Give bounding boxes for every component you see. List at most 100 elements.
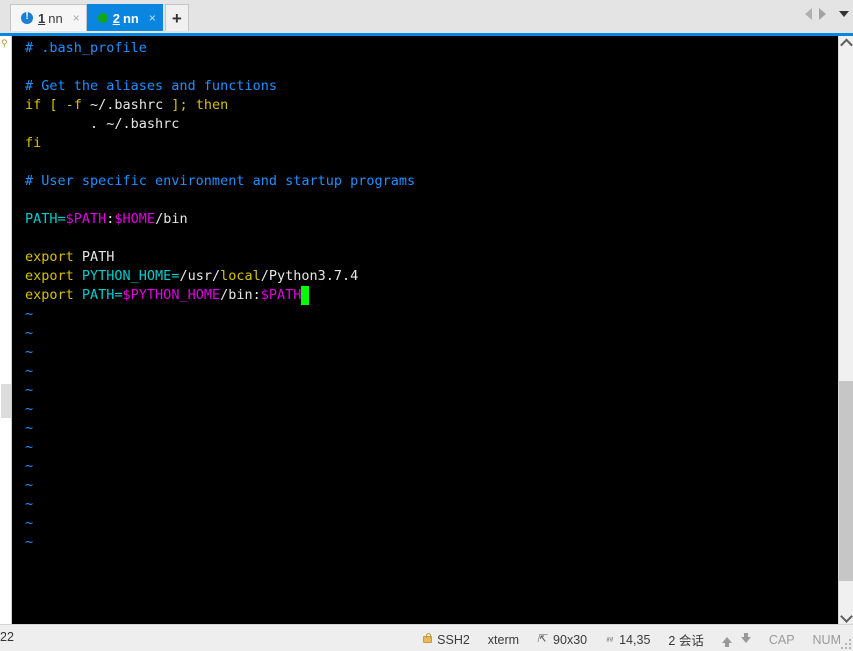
terminal-scrollbar[interactable] bbox=[838, 36, 853, 624]
terminal-token: export bbox=[25, 249, 82, 265]
scrollbar-thumb[interactable] bbox=[839, 381, 853, 581]
terminal-token: . ~/.bashrc bbox=[25, 116, 180, 132]
terminal-line: # Get the aliases and functions bbox=[25, 77, 838, 96]
terminal-token: PATH= bbox=[81, 287, 123, 303]
scroll-up-button[interactable] bbox=[839, 36, 853, 52]
terminal-token: /bin bbox=[155, 211, 188, 227]
emulation-indicator[interactable]: xterm bbox=[488, 633, 519, 647]
status-bar: 22 SSH2 xterm ⇱ 90x30 ⎂ 14,35 2 会话 CAP N… bbox=[0, 624, 853, 651]
emulation-label: xterm bbox=[487, 632, 520, 647]
terminal-line: # User specific environment and startup … bbox=[25, 172, 838, 191]
status-left-text: 22 bbox=[0, 630, 14, 644]
num-lock-indicator: NUM bbox=[812, 632, 841, 647]
tab-nav-controls bbox=[805, 8, 849, 20]
terminal-content: # .bash_profile # Get the aliases and fu… bbox=[12, 36, 838, 552]
terminal-token: export bbox=[25, 268, 82, 284]
vim-empty-line-marker: ~ bbox=[25, 344, 34, 360]
terminal-token: $PATH bbox=[260, 287, 302, 303]
vim-empty-line-marker: ~ bbox=[25, 401, 34, 417]
terminal-token: /Python3.7.4 bbox=[260, 268, 359, 284]
terminal-token: $HOME bbox=[114, 211, 156, 227]
terminal-line: if [ -f ~/.bashrc ]; then bbox=[25, 96, 838, 115]
session-count-indicator[interactable]: 2 会话 bbox=[668, 630, 703, 649]
lock-icon bbox=[423, 633, 433, 643]
terminal-token: # User specific environment and startup … bbox=[25, 173, 416, 189]
cursor-position-indicator[interactable]: ⎂ 14,35 bbox=[605, 633, 650, 647]
scroll-tabs-left-icon[interactable] bbox=[805, 8, 812, 20]
session-manager-icon[interactable]: ⚲ bbox=[1, 38, 11, 49]
rail-scroll-thumb[interactable] bbox=[1, 384, 11, 418]
terminal-token: PYTHON_HOME= bbox=[81, 268, 180, 284]
vim-empty-line-markers: ~ ~ ~ ~ ~ ~ ~ ~ ~ ~ ~ ~ ~ bbox=[25, 305, 838, 552]
new-tab-button[interactable]: + bbox=[164, 4, 189, 31]
vim-empty-line-marker: ~ bbox=[25, 496, 34, 512]
vim-status-line: -- INSERT -- 14,35 All bbox=[12, 602, 838, 624]
terminal-line: . ~/.bashrc bbox=[25, 115, 838, 134]
terminal-token: if bbox=[25, 97, 50, 113]
chevron-down-icon bbox=[839, 610, 853, 623]
protocol-label: SSH2 bbox=[437, 632, 470, 647]
tab-number: 2 bbox=[112, 10, 120, 26]
vim-empty-line-marker: ~ bbox=[25, 515, 34, 531]
tab-close-icon[interactable]: × bbox=[73, 12, 80, 24]
cursor-icon: ⎂ bbox=[605, 634, 613, 645]
terminal-token: then bbox=[195, 97, 229, 113]
terminal-text-lines: # .bash_profile # Get the aliases and fu… bbox=[25, 39, 838, 305]
terminal-line: # .bash_profile bbox=[25, 39, 838, 58]
cursor-position-label: 14,35 bbox=[619, 632, 651, 647]
scroll-tabs-right-icon[interactable] bbox=[819, 8, 826, 20]
vim-empty-line-marker: ~ bbox=[25, 363, 34, 379]
vim-empty-line-marker: ~ bbox=[25, 439, 34, 455]
status-dot-icon bbox=[97, 13, 108, 23]
vim-empty-line-marker: ~ bbox=[25, 534, 34, 550]
terminal-token: fi bbox=[25, 135, 42, 151]
terminal-token: $PATH bbox=[65, 211, 107, 227]
resize-grip[interactable] bbox=[839, 637, 851, 649]
caps-lock-indicator: CAP bbox=[768, 632, 795, 647]
tab-bar: 1 nn × 2 nn × + bbox=[0, 0, 853, 34]
terminal-cursor bbox=[301, 286, 310, 305]
tab-strip: 1 nn × 2 nn × + bbox=[0, 0, 189, 34]
terminal-token: export bbox=[25, 287, 82, 303]
terminal-line: export PATH bbox=[25, 248, 838, 267]
terminal-line: export PYTHON_HOME=/usr/local/Python3.7.… bbox=[25, 267, 838, 286]
tab-close-icon[interactable]: × bbox=[149, 12, 156, 24]
terminal-token: -f bbox=[65, 97, 91, 113]
session-count-label: 2 会话 bbox=[668, 634, 704, 648]
screen-size-indicator[interactable]: ⇱ 90x30 bbox=[537, 633, 587, 647]
terminal-token: PATH= bbox=[25, 211, 66, 227]
status-indicators: SSH2 xterm ⇱ 90x30 ⎂ 14,35 2 会话 CAP NUM bbox=[423, 630, 841, 649]
vim-empty-line-marker: ~ bbox=[25, 420, 34, 436]
protocol-indicator[interactable]: SSH2 bbox=[423, 633, 470, 647]
screen-size-label: 90x30 bbox=[553, 632, 588, 647]
terminal-token: ~/.bashrc bbox=[90, 97, 172, 113]
terminal-token: ]; bbox=[171, 97, 196, 113]
terminal-token: /bin: bbox=[220, 287, 261, 303]
vim-empty-line-marker: ~ bbox=[25, 325, 34, 341]
terminal-line: PATH=$PATH:$HOME/bin bbox=[25, 210, 838, 229]
tab-2[interactable]: 2 nn × bbox=[86, 4, 163, 31]
terminal-token: PATH bbox=[81, 249, 115, 265]
resize-icon: ⇱ bbox=[537, 633, 547, 645]
scroll-down-button[interactable] bbox=[839, 609, 853, 624]
terminal-token: $PYTHON_HOME bbox=[122, 287, 221, 303]
alert-icon bbox=[21, 10, 33, 24]
tab-label: nn bbox=[48, 10, 63, 26]
terminal-line: fi bbox=[25, 134, 838, 153]
tab-list-chevron-down-icon[interactable] bbox=[839, 11, 849, 17]
terminal-line: export PATH=$PYTHON_HOME/bin:$PATH bbox=[25, 286, 838, 305]
tab-label: nn bbox=[122, 10, 139, 26]
tab-1[interactable]: 1 nn × bbox=[10, 4, 87, 31]
session-manager-rail[interactable]: ⚲ bbox=[0, 36, 12, 624]
terminal-screen[interactable]: # .bash_profile # Get the aliases and fu… bbox=[12, 36, 838, 624]
vim-empty-line-marker: ~ bbox=[25, 382, 34, 398]
terminal-token: # Get the aliases and functions bbox=[25, 78, 277, 94]
download-arrow-icon bbox=[740, 632, 751, 643]
tab-number: 1 bbox=[38, 10, 46, 26]
terminal-token: [ bbox=[49, 97, 66, 113]
chevron-up-icon bbox=[839, 38, 853, 52]
